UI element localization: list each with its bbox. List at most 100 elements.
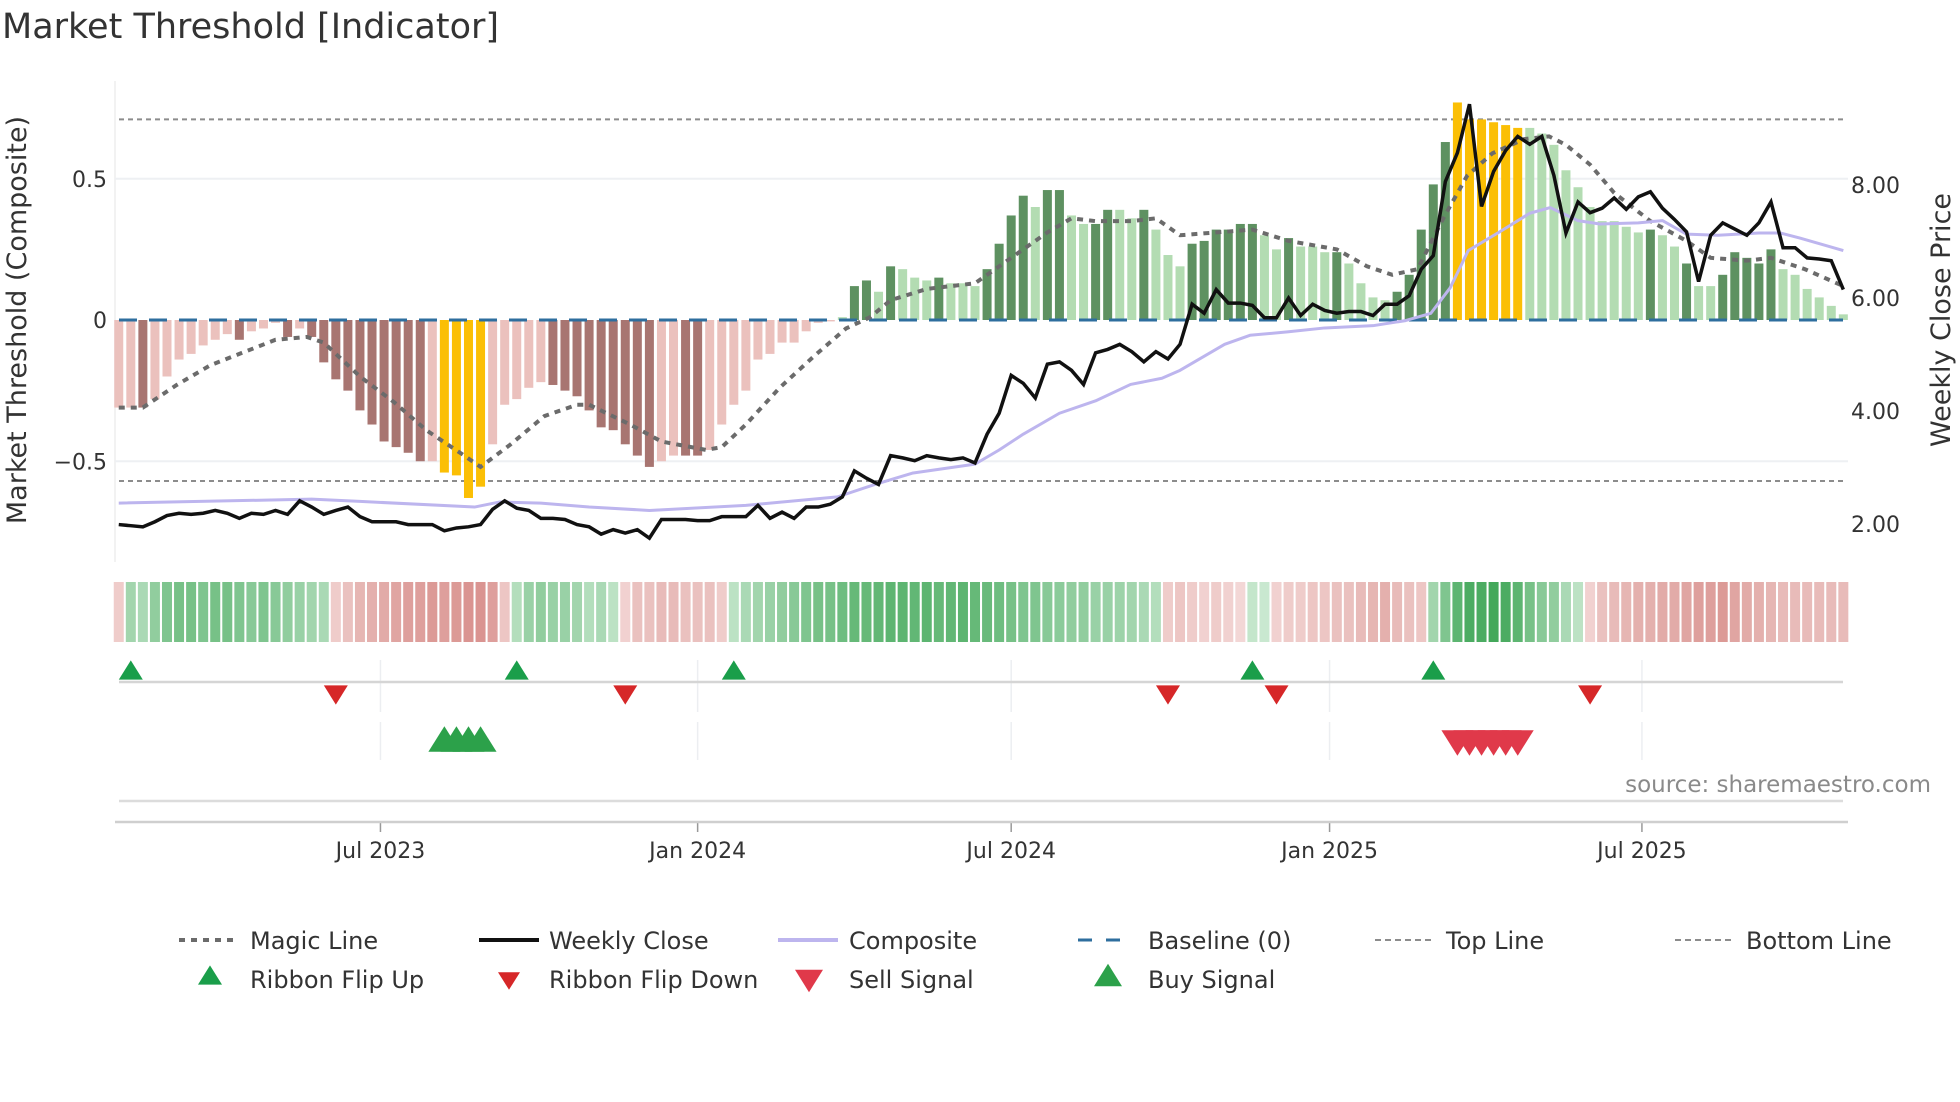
composite-bar — [801, 320, 811, 332]
ribbon-cell — [849, 582, 860, 642]
composite-bar — [1694, 286, 1704, 320]
ribbon-cell — [1573, 582, 1584, 642]
composite-bar — [1356, 283, 1366, 320]
ribbon-cell — [186, 582, 197, 642]
composite-bar — [114, 320, 124, 408]
composite-bar — [1332, 252, 1342, 320]
ribbon-cell — [1452, 582, 1463, 642]
ribbon-cell — [801, 582, 812, 642]
ribbon-flip-down-marker — [1264, 685, 1289, 705]
legend-label-sell-signal: Sell Signal — [849, 966, 974, 994]
composite-bar — [222, 320, 232, 335]
ribbon-cell — [1802, 582, 1813, 642]
ribbon-cell — [596, 582, 607, 642]
legend-symbol-buy-signal — [1094, 963, 1122, 987]
legend-label-weekly-close: Weekly Close — [549, 927, 709, 955]
ribbon-cell — [294, 582, 305, 642]
ribbon-cell — [620, 582, 631, 642]
composite-bar — [1259, 235, 1269, 320]
composite-bar — [1054, 190, 1064, 320]
ribbon-cell — [391, 582, 402, 642]
legend-label-bottom-line: Bottom Line — [1746, 927, 1892, 955]
ribbon-cell — [1404, 582, 1415, 642]
ribbon-cell — [535, 582, 546, 642]
ribbon-cell — [1585, 582, 1596, 642]
ribbon-cell — [970, 582, 981, 642]
x-tick-label: Jul 2025 — [1595, 839, 1687, 864]
composite-bar — [1609, 221, 1619, 320]
ribbon-cell — [1488, 582, 1499, 642]
ribbon-cell — [1066, 582, 1077, 642]
ribbon-cell — [523, 582, 534, 642]
composite-bar — [1223, 229, 1233, 320]
ribbon-cell — [475, 582, 486, 642]
composite-bar — [1778, 269, 1788, 320]
composite-bar — [1802, 288, 1812, 320]
ribbon-cell — [1018, 582, 1029, 642]
ribbon-cell — [1259, 582, 1270, 642]
ribbon-flip-down-marker — [323, 685, 348, 705]
legend-label-baseline: Baseline (0) — [1148, 927, 1291, 955]
ribbon-cell — [1826, 582, 1837, 642]
ribbon-cell — [1054, 582, 1065, 642]
ribbon-cell — [1114, 582, 1125, 642]
composite-bar — [934, 277, 944, 320]
composite-bar — [1018, 195, 1028, 320]
composite-bar — [789, 320, 799, 343]
composite-bar — [1079, 223, 1089, 320]
ribbon-cell — [125, 582, 136, 642]
ribbon-cell — [982, 582, 993, 642]
left-tick-label: 0 — [93, 309, 107, 334]
composite-bar — [331, 320, 341, 380]
ribbon-cell — [1597, 582, 1608, 642]
ribbon-cell — [777, 582, 788, 642]
ribbon-cell — [222, 582, 233, 642]
ribbon-cell — [1343, 582, 1354, 642]
ribbon-cell — [1729, 582, 1740, 642]
composite-bar — [524, 320, 534, 388]
ribbon-cell — [559, 582, 570, 642]
composite-bar — [488, 320, 498, 445]
composite-bar — [560, 320, 570, 391]
composite-bar — [1284, 238, 1294, 320]
x-tick-label: Jul 2023 — [334, 839, 426, 864]
composite-bar — [705, 320, 715, 450]
composite-bar — [693, 320, 703, 456]
left-axis-title: Market Threshold (Composite) — [2, 116, 33, 524]
composite-bar — [958, 283, 968, 320]
composite-bar — [1235, 223, 1245, 320]
market-threshold-chart: Market Threshold [Indicator] 0.5 0 −0.5 … — [2, 7, 1957, 994]
ribbon-cell — [149, 582, 160, 642]
ribbon-flip-up-marker — [1421, 660, 1446, 680]
ribbon-cell — [1271, 582, 1282, 642]
composite-bar — [1621, 226, 1631, 320]
composite-bar — [174, 320, 184, 360]
ribbon-cell — [1307, 582, 1318, 642]
composite-bar — [861, 280, 871, 320]
composite-bar — [1030, 207, 1040, 320]
ribbon-flip-up-marker — [118, 660, 143, 680]
ribbon-cell — [463, 582, 474, 642]
source-label: source: sharemaestro.com — [1625, 772, 1931, 798]
composite-bar — [1066, 215, 1076, 320]
composite-bar — [572, 320, 582, 397]
composite-bar — [1814, 297, 1824, 320]
ribbon-cell — [210, 582, 221, 642]
composite-bar — [355, 320, 365, 411]
ribbon-cell — [1175, 582, 1186, 642]
composite-bar — [1091, 223, 1101, 320]
left-tick-label: −0.5 — [54, 450, 107, 475]
composite-bar — [1682, 263, 1692, 320]
composite-bar — [1477, 119, 1487, 320]
composite-bar — [1537, 133, 1547, 320]
ribbon-cell — [1524, 582, 1535, 642]
ribbon-cell — [897, 582, 908, 642]
ribbon-cell — [1705, 582, 1716, 642]
composite-bar — [463, 320, 473, 498]
ribbon-cell — [318, 582, 329, 642]
magic-line — [118, 134, 1845, 470]
ribbon-cell — [789, 582, 800, 642]
composite-bar — [825, 320, 835, 322]
ribbon-cell — [608, 582, 619, 642]
composite-bar — [946, 283, 956, 320]
